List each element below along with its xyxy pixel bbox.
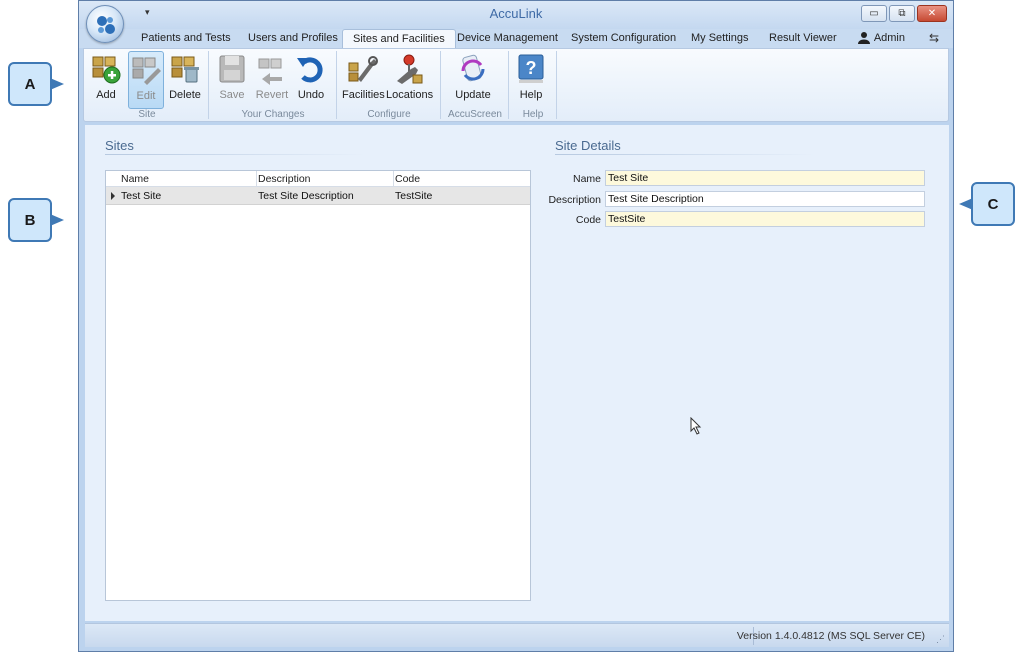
window-title: AccuLink: [489, 6, 543, 21]
column-header-code[interactable]: Code: [395, 173, 420, 185]
mouse-cursor-icon: [690, 417, 702, 435]
locations-label: Locations: [386, 89, 434, 101]
callout-b-label: B: [24, 211, 36, 229]
revert-icon: [256, 53, 288, 85]
title-bar: AccuLink ▾ ▭ ⧉ ✕: [79, 1, 953, 29]
minimize-button[interactable]: ▭: [861, 5, 887, 22]
row-selector-icon: [111, 192, 115, 200]
save-icon: [216, 53, 248, 85]
group-label-site: Site: [138, 109, 156, 120]
update-icon: [457, 53, 489, 85]
site-details-title: Site Details: [555, 138, 621, 153]
user-name: Admin: [873, 31, 905, 44]
description-field[interactable]: [605, 191, 925, 207]
edit-button[interactable]: Edit: [128, 51, 164, 109]
group-label-your-changes: Your Changes: [241, 109, 305, 120]
facilities-icon: [346, 53, 378, 85]
sites-title: Sites: [105, 138, 134, 153]
tab-my-settings[interactable]: My Settings: [681, 29, 758, 48]
save-label: Save: [219, 89, 245, 101]
callout-b: B: [8, 198, 64, 242]
update-button[interactable]: Update: [452, 51, 494, 109]
group-separator: [440, 51, 441, 119]
facilities-label: Facilities: [342, 89, 385, 101]
group-label-help: Help: [522, 109, 544, 120]
tab-system-configuration[interactable]: System Configuration: [561, 29, 686, 48]
resize-grip-icon[interactable]: ⋰: [936, 634, 945, 645]
update-label: Update: [455, 89, 491, 101]
save-button[interactable]: Save: [214, 51, 250, 109]
group-label-configure: Configure: [367, 109, 411, 120]
user-indicator[interactable]: Admin: [857, 31, 905, 44]
undo-label: Undo: [297, 89, 325, 101]
column-header-description[interactable]: Description: [258, 173, 311, 185]
locations-icon: [393, 53, 425, 85]
ribbon: Add Edit Delete Site Save Revert Undo Yo…: [83, 48, 949, 122]
add-icon: [90, 53, 122, 85]
group-separator: [336, 51, 337, 119]
column-divider[interactable]: [256, 171, 257, 187]
cell-name: Test Site: [121, 190, 162, 202]
sites-grid-header: Name Description Code: [106, 171, 530, 187]
main-content: Sites Name Description Code Test Site Te…: [85, 125, 949, 621]
group-separator: [208, 51, 209, 119]
callout-a: A: [8, 62, 64, 106]
name-field[interactable]: [605, 170, 925, 186]
help-icon: ?: [515, 53, 547, 85]
tab-users-and-profiles[interactable]: Users and Profiles: [238, 29, 348, 48]
callout-c: C: [959, 182, 1015, 226]
delete-label: Delete: [169, 89, 201, 101]
sites-title-underline: [105, 154, 365, 155]
ribbon-tabs: Patients and Tests Users and Profiles Si…: [79, 29, 953, 48]
app-window: AccuLink ▾ ▭ ⧉ ✕ Patients and Tests User…: [78, 0, 954, 652]
close-button[interactable]: ✕: [917, 5, 947, 22]
group-separator: [508, 51, 509, 119]
delete-icon: [169, 53, 201, 85]
callout-a-label: A: [24, 75, 36, 93]
undo-icon: [295, 53, 327, 85]
delete-button[interactable]: Delete: [166, 51, 204, 109]
edit-label: Edit: [136, 90, 156, 102]
callout-c-label: C: [987, 195, 999, 213]
site-details-title-underline: [555, 154, 815, 155]
tab-sites-and-facilities[interactable]: Sites and Facilities: [342, 29, 456, 48]
version-text: Version 1.4.0.4812 (MS SQL Server CE): [736, 630, 925, 642]
app-menu-orb-icon[interactable]: [86, 5, 124, 43]
cell-code: TestSite: [395, 190, 433, 202]
facilities-button[interactable]: Facilities: [342, 51, 385, 109]
group-separator: [556, 51, 557, 119]
column-divider[interactable]: [393, 171, 394, 187]
code-label: Code: [575, 214, 601, 226]
status-bar: Version 1.4.0.4812 (MS SQL Server CE) ⋰: [85, 623, 949, 647]
group-label-accuscreen: AccuScreen: [448, 109, 502, 120]
window-controls: ▭ ⧉ ✕: [861, 5, 947, 22]
table-row[interactable]: Test Site Test Site Description TestSite: [106, 187, 530, 205]
code-field[interactable]: [605, 211, 925, 227]
add-button[interactable]: Add: [88, 51, 124, 109]
tab-result-viewer[interactable]: Result Viewer: [759, 29, 847, 48]
sites-grid[interactable]: Name Description Code Test Site Test Sit…: [105, 170, 531, 601]
help-label: Help: [519, 89, 543, 101]
edit-icon: [130, 54, 162, 86]
revert-button[interactable]: Revert: [252, 51, 292, 109]
column-header-name[interactable]: Name: [121, 173, 149, 185]
revert-label: Revert: [255, 89, 289, 101]
cell-description: Test Site Description: [258, 190, 354, 202]
switch-user-icon[interactable]: ⇆: [929, 31, 939, 45]
locations-button[interactable]: Locations: [386, 51, 434, 109]
name-label: Name: [572, 173, 601, 185]
maximize-button[interactable]: ⧉: [889, 5, 915, 22]
add-label: Add: [96, 89, 116, 101]
tab-device-management[interactable]: Device Management: [447, 29, 568, 48]
undo-button[interactable]: Undo: [294, 51, 328, 109]
tab-patients-and-tests[interactable]: Patients and Tests: [131, 29, 241, 48]
user-icon: [857, 32, 870, 44]
help-button[interactable]: ? Help: [514, 51, 548, 109]
quick-access-dropdown-icon[interactable]: ▾: [145, 7, 150, 18]
description-label: Description: [548, 194, 601, 206]
svg-text:?: ?: [526, 58, 537, 78]
